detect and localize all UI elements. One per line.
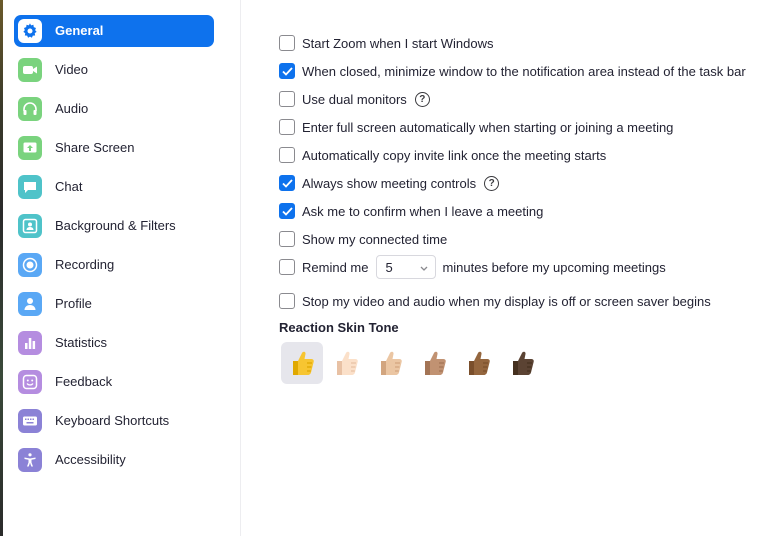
checkmark-icon xyxy=(281,206,293,216)
option-row: Stop my video and audio when my display … xyxy=(279,291,711,311)
general-settings-panel: Reaction Skin Tone Start Zoom when I sta… xyxy=(242,0,767,536)
checkbox[interactable] xyxy=(279,91,295,107)
sidebar-item-label: Accessibility xyxy=(55,452,126,467)
share-screen-icon xyxy=(18,136,42,160)
sidebar-item-label: Keyboard Shortcuts xyxy=(55,413,170,428)
checkbox[interactable] xyxy=(279,119,295,135)
option-suffix-label: minutes before my upcoming meetings xyxy=(442,259,666,275)
sidebar-item-background-filters[interactable]: Background & Filters xyxy=(14,210,214,242)
select-value: 5 xyxy=(385,259,393,275)
skin-tone-medium[interactable] xyxy=(413,342,455,384)
chat-icon xyxy=(18,175,42,199)
option-label[interactable]: Always show meeting controls xyxy=(302,176,476,191)
option-label[interactable]: Use dual monitors xyxy=(302,92,407,107)
option-row: When closed, minimize window to the noti… xyxy=(279,61,746,81)
sidebar-item-label: Recording xyxy=(55,257,115,272)
thumbs-up-icon xyxy=(337,351,358,375)
sidebar-item-label: Audio xyxy=(55,101,89,116)
sidebar-item-profile[interactable]: Profile xyxy=(14,288,214,320)
thumbs-up-icon xyxy=(425,351,446,375)
thumbs-up-icon xyxy=(381,351,402,375)
option-label[interactable]: Stop my video and audio when my display … xyxy=(302,294,711,309)
checkbox[interactable] xyxy=(279,231,295,247)
checkbox[interactable] xyxy=(279,147,295,163)
sidebar-item-label: Profile xyxy=(55,296,92,311)
accessibility-icon xyxy=(18,448,42,472)
option-label[interactable]: Enter full screen automatically when sta… xyxy=(302,120,673,135)
settings-sidebar: General Video Audio Share Screen Chat Backgro… xyxy=(3,0,241,536)
keyboard-icon xyxy=(18,409,42,433)
sidebar-item-general[interactable]: General xyxy=(14,15,214,47)
sidebar-item-accessibility[interactable]: Accessibility xyxy=(14,444,214,476)
reminder-minutes-select[interactable]: 5 xyxy=(376,255,437,279)
checkbox[interactable] xyxy=(279,35,295,51)
sidebar-item-feedback[interactable]: Feedback xyxy=(14,366,214,398)
checkmark-icon xyxy=(281,66,293,76)
option-label[interactable]: Show my connected time xyxy=(302,232,447,247)
option-label[interactable]: Start Zoom when I start Windows xyxy=(302,36,493,51)
sidebar-item-statistics[interactable]: Statistics xyxy=(14,327,214,359)
thumbs-up-icon xyxy=(469,351,490,375)
option-label[interactable]: Ask me to confirm when I leave a meeting xyxy=(302,204,543,219)
reaction-skin-tone-title: Reaction Skin Tone xyxy=(279,320,399,335)
skin-tone-picker xyxy=(281,342,545,384)
sidebar-item-audio[interactable]: Audio xyxy=(14,93,214,125)
skin-tone-default[interactable] xyxy=(281,342,323,384)
sidebar-item-label: Chat xyxy=(55,179,83,194)
skin-tone-light[interactable] xyxy=(325,342,367,384)
smiley-icon xyxy=(18,370,42,394)
skin-tone-medium-dark[interactable] xyxy=(457,342,499,384)
checkbox[interactable] xyxy=(279,293,295,309)
sidebar-item-label: Statistics xyxy=(55,335,108,350)
thumbs-up-icon xyxy=(513,351,534,375)
gear-icon xyxy=(18,19,42,43)
sidebar-item-chat[interactable]: Chat xyxy=(14,171,214,203)
profile-icon xyxy=(18,292,42,316)
option-row: Ask me to confirm when I leave a meeting xyxy=(279,201,543,221)
sidebar-item-share-screen[interactable]: Share Screen xyxy=(14,132,214,164)
option-row: Use dual monitors? xyxy=(279,89,430,109)
option-row: Start Zoom when I start Windows xyxy=(279,33,493,53)
sidebar-item-label: General xyxy=(55,23,104,38)
option-label[interactable]: When closed, minimize window to the noti… xyxy=(302,64,746,79)
skin-tone-dark[interactable] xyxy=(501,342,543,384)
headphones-icon xyxy=(18,97,42,121)
checkbox-checked[interactable] xyxy=(279,175,295,191)
sidebar-item-label: Video xyxy=(55,62,89,77)
sidebar-item-video[interactable]: Video xyxy=(14,54,214,86)
checkmark-icon xyxy=(281,178,293,188)
checkbox-checked[interactable] xyxy=(279,203,295,219)
help-icon[interactable]: ? xyxy=(484,175,500,191)
chevron-down-icon xyxy=(419,261,429,276)
option-label[interactable]: Remind me xyxy=(302,260,368,275)
sidebar-item-label: Share Screen xyxy=(55,140,135,155)
record-icon xyxy=(18,253,42,277)
sidebar-item-label: Background & Filters xyxy=(55,218,176,233)
bar-chart-icon xyxy=(18,331,42,355)
option-row: Remind me 5 minutes before my upcoming mee… xyxy=(279,255,666,279)
option-label[interactable]: Automatically copy invite link once the … xyxy=(302,148,606,163)
skin-tone-medium-light[interactable] xyxy=(369,342,411,384)
sidebar-item-label: Feedback xyxy=(55,374,113,389)
option-row: Enter full screen automatically when sta… xyxy=(279,117,673,137)
thumbs-up-icon xyxy=(293,351,314,375)
sidebar-item-recording[interactable]: Recording xyxy=(14,249,214,281)
person-frame-icon xyxy=(18,214,42,238)
option-row: Automatically copy invite link once the … xyxy=(279,145,606,165)
option-row: Show my connected time xyxy=(279,229,447,249)
checkbox-checked[interactable] xyxy=(279,63,295,79)
help-icon[interactable]: ? xyxy=(414,91,430,107)
video-icon xyxy=(18,58,42,82)
checkbox[interactable] xyxy=(279,259,295,275)
option-row: Always show meeting controls? xyxy=(279,173,500,193)
sidebar-item-keyboard-shortcuts[interactable]: Keyboard Shortcuts xyxy=(14,405,214,437)
